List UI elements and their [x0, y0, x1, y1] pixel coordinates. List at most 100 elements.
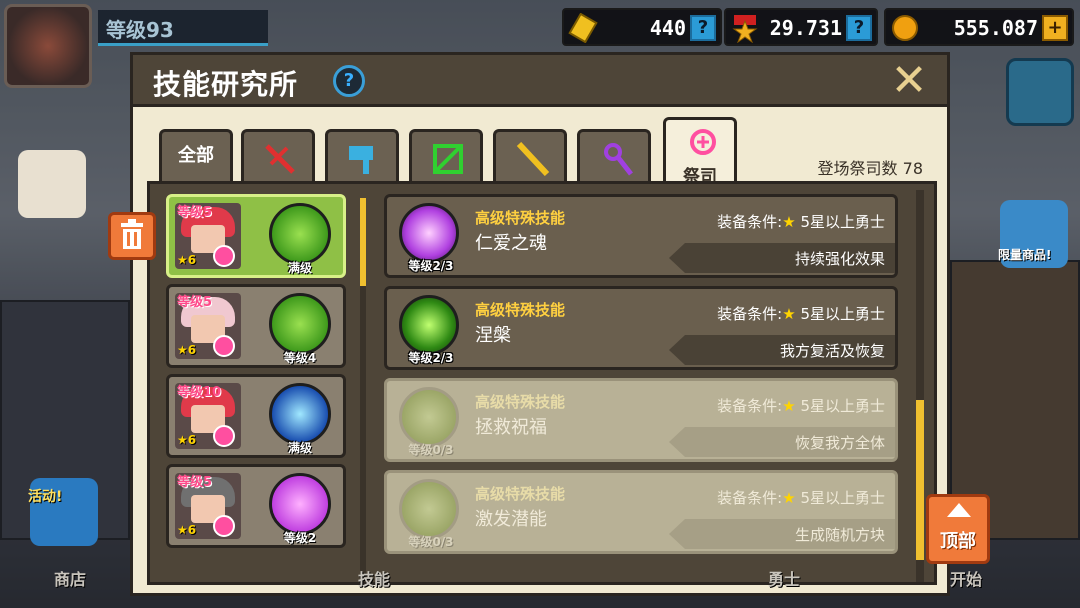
skill-category: 高级特殊技能 [475, 485, 566, 503]
skill-row[interactable]: 等级2/3 高级特殊技能 仁爱之魂 装备条件:★ 5星以上勇士 持续强化效果 [384, 194, 898, 278]
hammer-icon [349, 146, 373, 174]
hero-skill-status: 满级 [287, 441, 312, 455]
hero-card[interactable]: 等级5 ★6 等级2 [166, 464, 346, 548]
skill-row[interactable]: 等级2/3 高级特殊技能 涅槃 装备条件:★ 5星以上勇士 我方复活及恢复 [384, 286, 898, 370]
requirement-value: 5星以上勇士 [800, 213, 885, 231]
skill-lab-panel: 技能研究所 ? ✕ 全部 祭司 登场祭司数 78 等级5 ★6 满级 等级5 ★… [130, 52, 950, 596]
hero-skill-orb [269, 203, 331, 265]
medal-value: 29.731 [769, 16, 842, 40]
hero-card[interactable]: 等级5 ★6 满级 [166, 194, 346, 278]
mail-icon[interactable] [18, 150, 86, 218]
hero-star: ★6 [177, 523, 197, 537]
limited-shop-label: 限量商品! [998, 248, 1052, 262]
hero-skill-orb [269, 383, 331, 445]
skill-level: 等级2/3 [408, 351, 454, 365]
nav-shop[interactable]: 商店 [54, 566, 86, 590]
skill-requirement: 装备条件:★ 5星以上勇士 [717, 303, 885, 324]
tab-sword[interactable] [241, 129, 315, 181]
hero-star-count: 6 [187, 523, 197, 537]
hero-skill-orb [269, 473, 331, 535]
scroll-top-button[interactable]: 顶部 [926, 494, 990, 564]
hero-card[interactable]: 等级10 ★6 满级 [166, 374, 346, 458]
medal-icon [732, 15, 758, 43]
nav-skill[interactable]: 技能 [358, 566, 390, 590]
delete-button[interactable] [108, 212, 156, 260]
star-icon: ★ [782, 213, 796, 231]
requirement-value: 5星以上勇士 [800, 305, 885, 323]
hero-list-scrollbar[interactable] [360, 198, 366, 582]
skill-effect-banner: 恢复我方全体 [669, 427, 895, 457]
hero-star-count: 6 [187, 433, 197, 447]
hero-star: ★6 [177, 343, 197, 357]
scrollbar-thumb[interactable] [360, 198, 366, 286]
staff-icon [604, 143, 633, 176]
hero-star-count: 6 [187, 343, 197, 357]
hero-skill-status: 满级 [287, 261, 312, 275]
heart-soul-icon [399, 203, 459, 263]
requirement-label: 装备条件: [717, 489, 783, 507]
skill-effect-banner: 持续强化效果 [669, 243, 895, 273]
gold-add-button[interactable]: + [1042, 15, 1068, 41]
priest-badge-icon [213, 425, 235, 447]
skill-name: 仁爱之魂 [475, 233, 547, 254]
priest-icon [690, 129, 716, 155]
skill-effect-banner: 生成随机方块 [669, 519, 895, 549]
hero-level: 等级5 [177, 205, 213, 220]
ticket-value: 440 [649, 16, 686, 40]
nav-start[interactable]: 开始 [950, 566, 982, 590]
panel-header: 技能研究所 ? ✕ [133, 55, 947, 107]
skill-effect-banner: 我方复活及恢复 [669, 335, 895, 365]
hero-skill-orb [269, 293, 331, 355]
player-level-label: 等级93 [106, 18, 174, 42]
content-area: 等级5 ★6 满级 等级5 ★6 等级4 等级10 ★6 满级 等级5 ★6 等… [147, 181, 937, 585]
hero-level: 等级10 [177, 385, 222, 400]
hero-list[interactable]: 等级5 ★6 满级 等级5 ★6 等级4 等级10 ★6 满级 等级5 ★6 等… [156, 190, 368, 586]
nav-hero[interactable]: 勇士 [768, 566, 800, 590]
hero-skill-status: 等级2 [283, 531, 317, 545]
priest-badge-icon [213, 335, 235, 357]
gold-counter: 555.087 + [884, 8, 1074, 46]
arrow-up-icon [947, 503, 971, 517]
medal-help-button[interactable]: ? [846, 15, 872, 41]
hero-card[interactable]: 等级5 ★6 等级4 [166, 284, 346, 368]
skill-name: 涅槃 [475, 325, 511, 346]
star-icon: ★ [782, 397, 796, 415]
tab-staff[interactable] [577, 129, 651, 181]
requirement-value: 5星以上勇士 [800, 397, 885, 415]
skill-effect: 生成随机方块 [794, 526, 885, 544]
ticket-help-button[interactable]: ? [690, 15, 716, 41]
skill-name: 激发潜能 [475, 509, 547, 530]
bow-icon [433, 144, 463, 174]
skill-effect: 恢复我方全体 [794, 434, 885, 452]
hero-star-count: 6 [187, 253, 197, 267]
tab-all[interactable]: 全部 [159, 129, 233, 181]
requirement-label: 装备条件: [717, 397, 783, 415]
skill-category: 高级特殊技能 [475, 301, 566, 319]
help-icon[interactable]: ? [333, 65, 365, 97]
skill-list[interactable]: 等级2/3 高级特殊技能 仁爱之魂 装备条件:★ 5星以上勇士 持续强化效果 等… [384, 190, 924, 582]
player-avatar[interactable] [4, 4, 92, 88]
skill-row[interactable]: 等级0/3 高级特殊技能 拯救祝福 装备条件:★ 5星以上勇士 恢复我方全体 [384, 378, 898, 462]
tab-hammer[interactable] [325, 129, 399, 181]
skill-category: 高级特殊技能 [475, 209, 566, 227]
skill-requirement: 装备条件:★ 5星以上勇士 [717, 487, 885, 508]
skill-row[interactable]: 等级0/3 高级特殊技能 激发潜能 装备条件:★ 5星以上勇士 生成随机方块 [384, 470, 898, 554]
skill-category: 高级特殊技能 [475, 393, 566, 411]
skill-list-scrollbar[interactable] [916, 190, 924, 582]
hero-skill-status: 等级4 [283, 351, 317, 365]
medal-counter: 29.731 ? [724, 8, 878, 46]
tab-gun[interactable] [493, 129, 567, 181]
hero-level: 等级5 [177, 295, 213, 310]
tab-bow[interactable] [409, 129, 483, 181]
skill-requirement: 装备条件:★ 5星以上勇士 [717, 211, 885, 232]
ticket-icon [568, 13, 598, 43]
priest-badge-icon [213, 515, 235, 537]
blessing-icon [399, 387, 459, 447]
scrollbar-thumb[interactable] [916, 400, 924, 560]
hero-star: ★6 [177, 253, 197, 267]
chat-icon[interactable] [1006, 58, 1074, 126]
close-icon[interactable]: ✕ [887, 59, 931, 103]
scroll-top-label: 顶部 [940, 531, 976, 552]
tab-priest[interactable]: 祭司 [663, 117, 737, 187]
sword-icon [265, 144, 295, 174]
